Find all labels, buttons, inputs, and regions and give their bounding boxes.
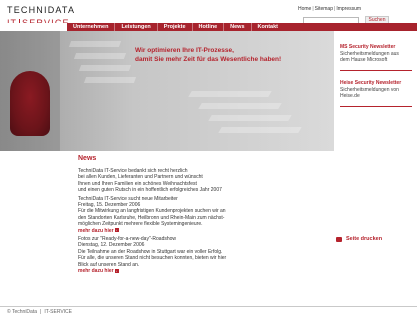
toplink-sitemap[interactable]: Sitemap <box>315 6 333 12</box>
footer-copyright: © TechniData <box>7 309 37 315</box>
hero-light-stripe <box>188 91 272 97</box>
news-heading: News <box>78 155 97 162</box>
news-item-date: Dienstag, 12. Dezember 2006 <box>78 242 145 249</box>
hero-headline-line2: damit Sie mehr Zeit für das Wesentliche … <box>135 56 282 63</box>
footer-service: IT-SERVICE <box>44 309 73 315</box>
hero-light-stripe <box>68 41 122 47</box>
print-page-link[interactable]: Seite drucken <box>346 236 382 242</box>
sidebar-divider <box>340 106 412 107</box>
news-text: den Standorten Karlsruhe, Heilbronn und … <box>78 214 225 221</box>
news-text: Für alle, die unseren Stand nicht besuch… <box>78 255 227 262</box>
sidebar-divider <box>340 70 412 71</box>
nav-item-projekte[interactable]: Projekte <box>158 23 193 31</box>
nav-item-unternehmen[interactable]: Unternehmen <box>67 23 116 31</box>
hero-light-stripe <box>208 115 292 121</box>
arrow-right-icon[interactable]: › <box>114 268 119 273</box>
news-text: Für die Mitwirkung an langfristigen Kund… <box>78 208 226 215</box>
hero-headline: Wir optimieren Ihre IT-Prozesse, damit S… <box>135 46 330 64</box>
news-text: Ihnen und Ihren Familien ein schönes Wei… <box>78 180 197 187</box>
news-text: Die Teilnahme an der Roadshow in Stuttga… <box>78 248 223 255</box>
hero-light-stripe <box>198 103 282 109</box>
hero-light-stripe <box>73 53 127 59</box>
printer-icon[interactable] <box>336 237 342 242</box>
news-item-title: Fotos zur "Ready-for-a-new-day"-Roadshow <box>78 236 177 243</box>
more-link[interactable]: mehr dazu hier <box>78 268 114 274</box>
nav-item-news[interactable]: News <box>224 23 252 31</box>
hero-light-stripe <box>78 65 132 71</box>
nav-item-kontakt[interactable]: Kontakt <box>252 23 284 31</box>
hero-chair-image <box>10 71 50 136</box>
news-text: möglichen Zeitpunkt mehrere flexible Sys… <box>78 221 203 228</box>
hero-light-stripe <box>218 127 302 133</box>
news-text: und einen guten Rutsch in ein hoffentlic… <box>78 187 222 194</box>
news-text: Blick auf unseren Stand an. <box>78 261 140 268</box>
hero-banner: Wir optimieren Ihre IT-Prozesse, damit S… <box>0 31 334 151</box>
hero-headline-line1: Wir optimieren Ihre IT-Prozesse, <box>135 47 234 54</box>
news-text: bei allen Kunden, Lieferanten und Partne… <box>78 174 203 181</box>
nav-item-leistungen[interactable]: Leistungen <box>115 23 158 31</box>
main-nav: Unternehmen Leistungen Projekte Hotline … <box>67 23 417 31</box>
sidebar-title[interactable]: Heise Security Newsletter <box>340 80 417 86</box>
footer-divider <box>0 306 417 307</box>
top-links: Home|Sitemap|Impressum <box>298 6 362 12</box>
news-content: TechniData IT-Service bedankt sich recht… <box>78 168 338 277</box>
toplink-impressum[interactable]: Impressum <box>336 6 361 12</box>
sidebar-heise-newsletter[interactable]: Heise Security Newsletter Sicherheitsmel… <box>340 80 417 99</box>
sidebar-text: Heise.de <box>340 93 360 99</box>
sidebar-title[interactable]: MS Security Newsletter <box>340 44 417 50</box>
news-item-date: Freitag, 15. Dezember 2006 <box>78 202 141 209</box>
sidebar-text: dem Hause Microsoft <box>340 57 388 63</box>
footer: © TechniData | IT-SERVICE <box>7 309 73 315</box>
hero-light-stripe <box>83 77 137 83</box>
toplink-home[interactable]: Home <box>298 6 311 12</box>
news-text: TechniData IT-Service bedankt sich recht… <box>78 168 188 174</box>
more-link[interactable]: mehr dazu hier <box>78 228 114 234</box>
news-item-title: TechniData IT-Service sucht neue Mitarbe… <box>78 195 178 202</box>
sidebar-ms-newsletter[interactable]: MS Security Newsletter Sicherheitsmeldun… <box>340 44 417 63</box>
arrow-right-icon[interactable]: › <box>114 228 119 233</box>
nav-item-hotline[interactable]: Hotline <box>193 23 225 31</box>
nav-spacer <box>0 23 67 31</box>
